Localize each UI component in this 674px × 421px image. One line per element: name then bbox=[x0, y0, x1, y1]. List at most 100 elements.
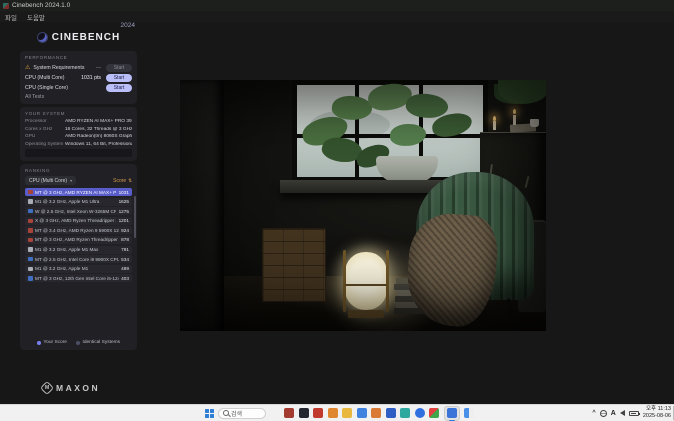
ranking-row[interactable]: MT @ 3 GHz, AMD Ryzen Threadripper 19...… bbox=[25, 236, 132, 244]
ranking-row-score: 534 bbox=[121, 257, 129, 262]
processor-label: Processor bbox=[25, 119, 65, 124]
red-app-icon[interactable] bbox=[284, 408, 294, 418]
ranking-row[interactable]: W @ 2.5 GHz, Intel Xeon W-3265M CPU 1275 bbox=[25, 207, 132, 215]
system-requirements-value: — bbox=[96, 65, 101, 71]
system-requirements-row: ⚠ System Requirements — Start bbox=[25, 63, 132, 73]
brand-name: CINEBENCH bbox=[52, 32, 120, 43]
ranking-row[interactable]: X @ 3 GHz, AMD Ryzen Threadripper 299...… bbox=[25, 217, 132, 225]
network-globe-icon[interactable] bbox=[600, 410, 607, 417]
brand-year: 2024 bbox=[121, 22, 135, 29]
clock-date: 2025-08-06 bbox=[643, 413, 671, 420]
ranking-row[interactable]: M1 @ 3.2 GHz, Apple M1 Max 791 bbox=[25, 246, 132, 254]
all-tests-link[interactable]: All Tests bbox=[25, 94, 132, 100]
ranking-row-your-score[interactable]: MT @ 3 GHz, AMD RYZEN AI MAX+ PRO 39... … bbox=[25, 188, 132, 196]
search-icon bbox=[223, 410, 229, 416]
cinebench-logo-icon bbox=[37, 32, 48, 43]
cpu-vendor-icon bbox=[28, 257, 33, 262]
cpu-single-core-row: CPU (Single Core) Start bbox=[25, 83, 132, 93]
chrome-icon[interactable] bbox=[357, 408, 367, 418]
cpu-multi-core-score: 1031 pts bbox=[81, 75, 101, 81]
sort-arrows-icon: ⇅ bbox=[128, 178, 132, 184]
cpu-vendor-icon bbox=[28, 199, 33, 204]
ranking-row-name: MT @ 3 GHz, 12th Gen Intel Core i5-124..… bbox=[35, 276, 119, 281]
cpu-single-core-start-button[interactable]: Start bbox=[106, 84, 132, 92]
ranking-scrollbar[interactable] bbox=[134, 196, 136, 238]
ranking-row[interactable]: MT @ 3.4 GHz, AMD Ryzen 9 5900X 12-C... … bbox=[25, 226, 132, 234]
orange-app-icon[interactable] bbox=[328, 408, 338, 418]
start-button[interactable] bbox=[205, 409, 214, 418]
ranking-row-name: M1 @ 3.2 GHz, Apple M1 Ultra bbox=[35, 199, 116, 204]
cpu-vendor-icon bbox=[28, 190, 33, 195]
ranking-row-score: 403 bbox=[121, 276, 129, 281]
ranking-row-score: 878 bbox=[121, 237, 129, 242]
system-tray: ^ A 오후 11:13 2025-08-06 bbox=[592, 405, 671, 421]
clock-time: 오후 11:13 bbox=[643, 406, 671, 413]
korean-ime-indicator[interactable]: A bbox=[611, 410, 616, 417]
mail-app-icon[interactable] bbox=[386, 408, 396, 418]
cinebench-taskbar-icon[interactable] bbox=[447, 408, 457, 418]
search-box[interactable]: 검색 bbox=[218, 408, 266, 419]
gpu-value: AMD Radeon(tm) 8060S Graphics bbox=[65, 134, 132, 139]
store-icon[interactable] bbox=[429, 408, 439, 418]
window-title: Cinebench 2024.1.0 bbox=[12, 2, 70, 9]
firefox-icon[interactable] bbox=[371, 408, 381, 418]
volume-icon[interactable] bbox=[620, 410, 625, 416]
cpu-multi-core-label: CPU (Multi Core) bbox=[25, 75, 78, 81]
system-requirements-start-button[interactable]: Start bbox=[106, 64, 132, 72]
your-system-header: YOUR SYSTEM bbox=[25, 111, 132, 116]
cores-value: 16 Cores, 32 Threads @ 3 GHz bbox=[65, 127, 132, 132]
ranking-row[interactable]: M1 @ 3.2 GHz, Apple M1 Ultra 1625 bbox=[25, 198, 132, 206]
cpu-multi-core-row: CPU (Multi Core) 1031 pts Start bbox=[25, 73, 132, 83]
desktop-screen: Cinebench 2024.1.0 파일 도움말 2024 CINEBENCH… bbox=[0, 0, 674, 421]
taskbar-center-group: 검색 bbox=[205, 405, 474, 421]
ranking-row-name: MT @ 2.5 GHz, Intel Core i9 9900X CPU bbox=[35, 257, 119, 262]
sidebar: 2024 CINEBENCH PERFORMANCE ⚠ System Requ… bbox=[20, 24, 137, 353]
ranking-sort-control[interactable]: Score ⇅ bbox=[113, 178, 132, 184]
file-explorer-icon[interactable] bbox=[342, 408, 352, 418]
your-score-dot-icon bbox=[37, 341, 41, 345]
menu-help[interactable]: 도움말 bbox=[27, 12, 45, 22]
ranking-row[interactable]: M1 @ 3.2 GHz, Apple M1 489 bbox=[25, 265, 132, 273]
ranking-row-score: 489 bbox=[121, 266, 129, 271]
ranking-row-score: 1201 bbox=[119, 218, 129, 223]
pinned-apps bbox=[284, 406, 474, 421]
media-app-icon[interactable] bbox=[313, 408, 323, 418]
flag-app-icon[interactable] bbox=[464, 408, 474, 418]
ranking-row-name: M1 @ 3.2 GHz, Apple M1 bbox=[35, 266, 119, 271]
ranking-header: RANKING bbox=[25, 168, 132, 173]
cores-row: Cores x GHz 16 Cores, 32 Threads @ 3 GHz bbox=[25, 127, 132, 132]
brand-header: 2024 CINEBENCH bbox=[20, 24, 137, 49]
performance-panel: PERFORMANCE ⚠ System Requirements — Star… bbox=[20, 51, 137, 104]
teal-app-icon[interactable] bbox=[400, 408, 410, 418]
ranking-controls: CPU (Multi Core) ▾ Score ⇅ bbox=[25, 176, 132, 185]
cpu-vendor-icon bbox=[28, 228, 33, 233]
ranking-row[interactable]: MT @ 2.5 GHz, Intel Core i9 9900X CPU 53… bbox=[25, 255, 132, 263]
system-extra-bar bbox=[25, 149, 132, 157]
taskbar-clock[interactable]: 오후 11:13 2025-08-06 bbox=[643, 406, 671, 419]
chevron-down-icon: ▾ bbox=[70, 178, 72, 183]
cpu-vendor-icon bbox=[28, 219, 33, 224]
os-row: Operating System Windows 11, 64 Bit, Pro… bbox=[25, 142, 132, 147]
cpu-multi-core-start-button[interactable]: Start bbox=[106, 74, 132, 82]
gpu-row: GPU AMD Radeon(tm) 8060S Graphics bbox=[25, 134, 132, 139]
ranking-filter-dropdown[interactable]: CPU (Multi Core) ▾ bbox=[25, 176, 76, 185]
maxon-logo-icon: M bbox=[40, 381, 54, 395]
render-preview-image bbox=[180, 80, 546, 331]
ranking-row-score: 1625 bbox=[119, 199, 129, 204]
legend-your-score-label: Your Score bbox=[43, 340, 67, 345]
dark-app-icon[interactable] bbox=[299, 408, 309, 418]
ranking-row-name: M1 @ 3.2 GHz, Apple M1 Max bbox=[35, 247, 119, 252]
os-value: Windows 11, 64 Bit, Professional Editio.… bbox=[65, 142, 132, 147]
help-circle-icon[interactable] bbox=[415, 408, 425, 418]
menu-bar: 파일 도움말 bbox=[0, 11, 674, 22]
window-titlebar[interactable]: Cinebench 2024.1.0 bbox=[0, 0, 674, 11]
ranking-row-name: X @ 3 GHz, AMD Ryzen Threadripper 299... bbox=[35, 218, 116, 223]
chevron-up-icon[interactable]: ^ bbox=[592, 410, 596, 416]
cpu-vendor-icon bbox=[28, 209, 33, 214]
battery-icon[interactable] bbox=[629, 411, 639, 416]
menu-file[interactable]: 파일 bbox=[5, 12, 17, 22]
ranking-row[interactable]: MT @ 3 GHz, 12th Gen Intel Core i5-124..… bbox=[25, 274, 132, 282]
warning-icon: ⚠ bbox=[25, 65, 30, 71]
identical-systems-dot-icon bbox=[76, 341, 80, 345]
ranking-filter-label: CPU (Multi Core) bbox=[29, 178, 67, 184]
